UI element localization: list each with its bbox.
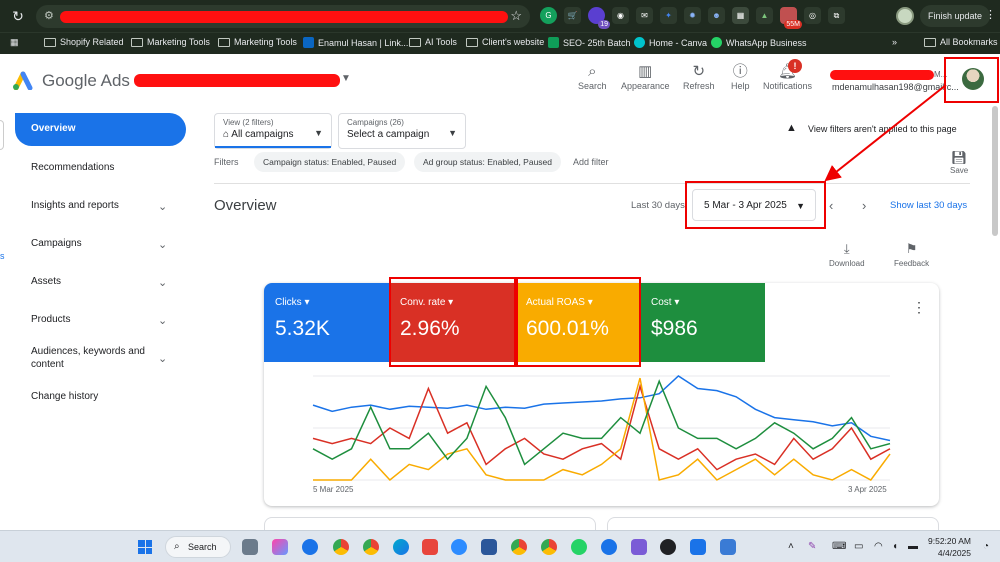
- keyboard-icon[interactable]: ⌨: [832, 541, 846, 552]
- taskbar-search-label: Search: [188, 542, 217, 552]
- search-icon: ⌕: [174, 541, 180, 552]
- windows-start-icon[interactable]: [138, 540, 152, 554]
- display-icon[interactable]: ▭: [854, 541, 863, 552]
- app-icon[interactable]: [631, 539, 647, 555]
- tray-chevron-icon[interactable]: ˄: [788, 541, 794, 552]
- wifi-icon[interactable]: ◠: [874, 541, 883, 552]
- messenger-icon[interactable]: [601, 539, 617, 555]
- chrome-icon[interactable]: [511, 539, 527, 555]
- taskbar-search[interactable]: ⌕ Search: [165, 536, 231, 558]
- whatsapp-icon[interactable]: [571, 539, 587, 555]
- skype-icon[interactable]: [690, 539, 706, 555]
- copilot-icon[interactable]: [272, 539, 288, 555]
- windows-taskbar: ⌕ Search ˄ ✎ ⌨ ▭ ◠ ◖ ▬ 9:52:20 AM 4/4/202…: [0, 530, 1000, 562]
- battery-icon[interactable]: ▬: [908, 541, 918, 552]
- notepad-icon[interactable]: [720, 539, 736, 555]
- volume-icon[interactable]: ◖: [892, 541, 898, 552]
- pen-icon[interactable]: ✎: [808, 541, 816, 552]
- notification-center-icon[interactable]: ◔: [983, 541, 989, 552]
- chrome-icon[interactable]: [363, 539, 379, 555]
- clock-date: 4/4/2025: [937, 548, 972, 558]
- chrome-icon[interactable]: [541, 539, 557, 555]
- system-clock[interactable]: 9:52:20 AM 4/4/2025: [928, 535, 971, 559]
- annotation-arrow: [824, 84, 947, 182]
- word-icon[interactable]: [481, 539, 497, 555]
- zoom-icon[interactable]: [451, 539, 467, 555]
- clock-time: 9:52:20 AM: [928, 536, 972, 546]
- app-icon[interactable]: [302, 539, 318, 555]
- task-view-icon[interactable]: [242, 539, 258, 555]
- anydesk-icon[interactable]: [422, 539, 438, 555]
- edge-icon[interactable]: [393, 539, 409, 555]
- chrome-icon[interactable]: [333, 539, 349, 555]
- upwork-icon[interactable]: [660, 539, 676, 555]
